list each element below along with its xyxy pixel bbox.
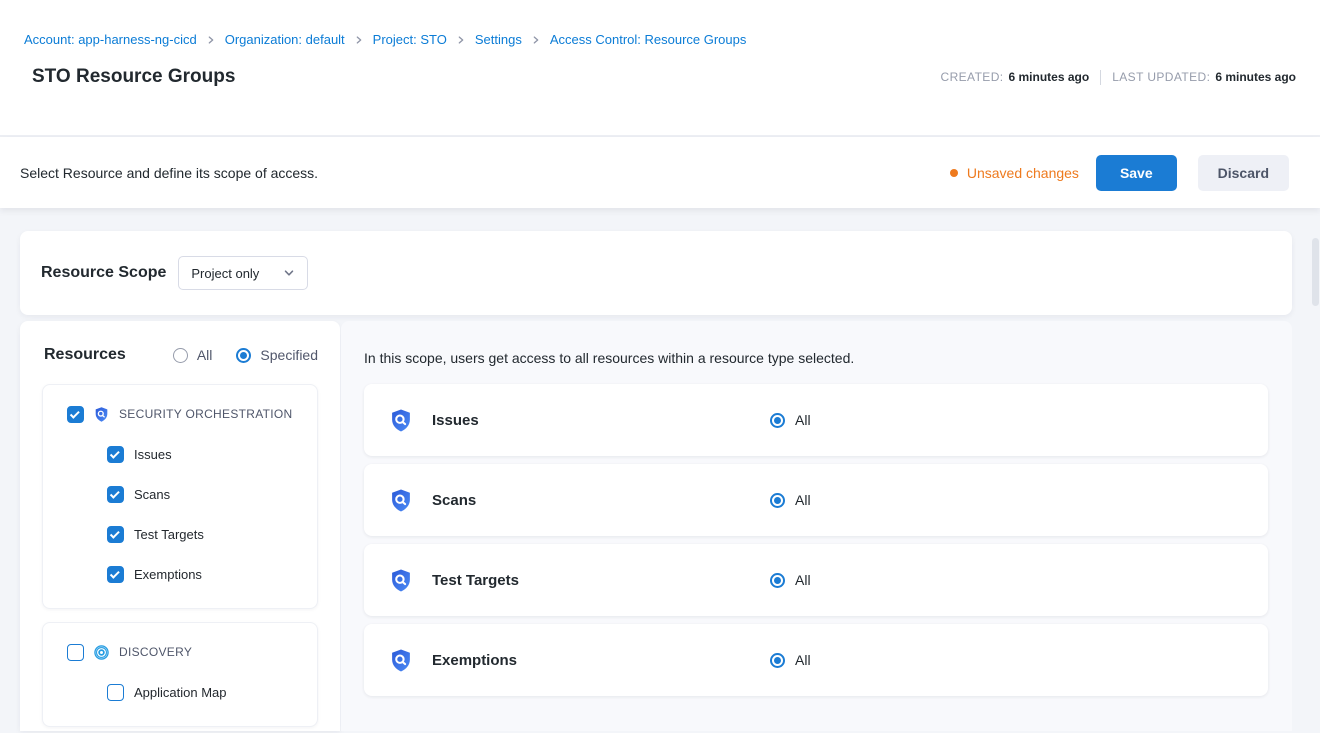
shield-icon xyxy=(93,406,110,423)
resource-item-label[interactable]: Exemptions xyxy=(134,567,202,582)
shield-icon xyxy=(388,487,414,514)
resource-scope-select[interactable]: Project only xyxy=(178,256,308,290)
resource-scope-card: Resource Scope Project only xyxy=(20,231,1292,315)
resource-cards: IssuesAllScansAllTest TargetsAllExemptio… xyxy=(364,384,1268,696)
resource-access-radio-group: All xyxy=(770,492,811,508)
resource-item-row[interactable]: Test Targets xyxy=(43,514,317,554)
resource-group-row[interactable]: SECURITY ORCHESTRATION xyxy=(43,394,317,434)
resource-tree: SECURITY ORCHESTRATION Issues Scans Test Ta… xyxy=(42,384,318,727)
radio-selected-icon[interactable] xyxy=(770,413,785,428)
breadcrumb-link[interactable]: Settings xyxy=(475,32,522,47)
resource-access-radio-group: All xyxy=(770,412,811,428)
radio-selected-icon[interactable] xyxy=(770,493,785,508)
radio-specified-label[interactable]: Specified xyxy=(260,347,318,363)
resource-item-row[interactable]: Application Map xyxy=(43,672,317,712)
unsaved-changes-label: Unsaved changes xyxy=(967,165,1079,181)
checkbox-unchecked[interactable] xyxy=(107,684,124,701)
last-updated-label: LAST UPDATED: xyxy=(1112,70,1210,84)
checkbox-checked[interactable] xyxy=(67,406,84,423)
resource-card-title: Exemptions xyxy=(432,652,770,669)
checkbox-checked[interactable] xyxy=(107,526,124,543)
unsaved-changes-status: Unsaved changes xyxy=(950,165,1079,181)
breadcrumb-link[interactable]: Project: STO xyxy=(373,32,447,47)
check-icon xyxy=(70,408,80,418)
breadcrumb-link[interactable]: Organization: default xyxy=(225,32,345,47)
page-header: Account: app-harness-ng-cicd Organization… xyxy=(0,0,1320,137)
resource-item-row[interactable]: Issues xyxy=(43,434,317,474)
radio-all-label[interactable]: All xyxy=(795,412,811,428)
breadcrumb-separator-icon xyxy=(531,35,541,45)
radio-selected-icon[interactable] xyxy=(770,573,785,588)
resource-scope-selected-value: Project only xyxy=(191,266,259,281)
resource-item-label[interactable]: Test Targets xyxy=(134,527,204,542)
vertical-scrollbar[interactable] xyxy=(1312,238,1319,306)
header-meta: CREATED: 6 minutes ago LAST UPDATED: 6 m… xyxy=(941,70,1296,85)
resource-group-label[interactable]: SECURITY ORCHESTRATION xyxy=(119,407,293,421)
radio-all-label[interactable]: All xyxy=(795,572,811,588)
content-area: Resource Scope Project only Resources Al… xyxy=(0,208,1320,731)
breadcrumb-link[interactable]: Account: app-harness-ng-cicd xyxy=(24,32,197,47)
meta-divider xyxy=(1100,70,1101,85)
unsaved-dot-icon xyxy=(950,169,958,177)
resource-card: Scans All xyxy=(364,464,1268,536)
checkbox-unchecked[interactable] xyxy=(67,644,84,661)
created-label: CREATED: xyxy=(941,70,1004,84)
radio-all-label[interactable]: All xyxy=(795,492,811,508)
resource-card: Exemptions All xyxy=(364,624,1268,696)
resource-group-row[interactable]: DISCOVERY xyxy=(43,632,317,672)
resources-panel: Resources All Specified SECURITY ORCHEST… xyxy=(20,321,340,731)
shield-icon xyxy=(388,647,414,674)
breadcrumb-separator-icon xyxy=(354,35,364,45)
check-icon xyxy=(110,568,120,578)
resource-scope-label: Resource Scope xyxy=(41,264,166,282)
radio-unselected-icon[interactable] xyxy=(173,348,188,363)
action-toolbar: Select Resource and define its scope of … xyxy=(0,137,1320,208)
radio-all-label[interactable]: All xyxy=(197,347,213,363)
resource-item-row[interactable]: Scans xyxy=(43,474,317,514)
resource-item-label[interactable]: Application Map xyxy=(134,685,227,700)
resources-mode-radio-group: All Specified xyxy=(173,347,318,363)
resource-item-row[interactable]: Exemptions xyxy=(43,554,317,594)
save-button[interactable]: Save xyxy=(1096,155,1177,191)
radio-selected-icon[interactable] xyxy=(770,653,785,668)
resource-card: Test Targets All xyxy=(364,544,1268,616)
check-icon xyxy=(110,488,120,498)
resource-group-label[interactable]: DISCOVERY xyxy=(119,645,192,659)
toolbar-description: Select Resource and define its scope of … xyxy=(20,165,950,181)
chevron-down-icon xyxy=(283,267,295,279)
shield-icon xyxy=(388,407,414,434)
page-title: STO Resource Groups xyxy=(32,66,235,88)
checkbox-checked[interactable] xyxy=(107,446,124,463)
created-value: 6 minutes ago xyxy=(1009,70,1090,84)
resource-group-card: SECURITY ORCHESTRATION Issues Scans Test Ta… xyxy=(42,384,318,609)
breadcrumb-separator-icon xyxy=(206,35,216,45)
breadcrumb-link[interactable]: Access Control: Resource Groups xyxy=(550,32,747,47)
scope-detail-panel: In this scope, users get access to all r… xyxy=(341,321,1292,731)
discard-button[interactable]: Discard xyxy=(1198,155,1289,191)
resource-group-card: DISCOVERY Application Map xyxy=(42,622,318,727)
radio-option-specified[interactable]: Specified xyxy=(236,347,318,363)
radio-option-all[interactable]: All xyxy=(173,347,213,363)
resource-card-title: Scans xyxy=(432,492,770,509)
breadcrumb: Account: app-harness-ng-cicd Organization… xyxy=(24,32,1296,47)
radio-selected-icon[interactable] xyxy=(236,348,251,363)
resource-item-label[interactable]: Issues xyxy=(134,447,172,462)
check-icon xyxy=(110,448,120,458)
check-icon xyxy=(110,528,120,538)
resources-title: Resources xyxy=(44,346,126,364)
last-updated-value: 6 minutes ago xyxy=(1215,70,1296,84)
resource-item-label[interactable]: Scans xyxy=(134,487,170,502)
resource-card-title: Issues xyxy=(432,412,770,429)
scope-intro-text: In this scope, users get access to all r… xyxy=(364,350,1268,366)
breadcrumb-separator-icon xyxy=(456,35,466,45)
resource-card-title: Test Targets xyxy=(432,572,770,589)
shield-icon xyxy=(388,567,414,594)
checkbox-checked[interactable] xyxy=(107,566,124,583)
resource-access-radio-group: All xyxy=(770,572,811,588)
checkbox-checked[interactable] xyxy=(107,486,124,503)
discovery-icon xyxy=(93,644,110,661)
resource-card: Issues All xyxy=(364,384,1268,456)
resource-access-radio-group: All xyxy=(770,652,811,668)
radio-all-label[interactable]: All xyxy=(795,652,811,668)
